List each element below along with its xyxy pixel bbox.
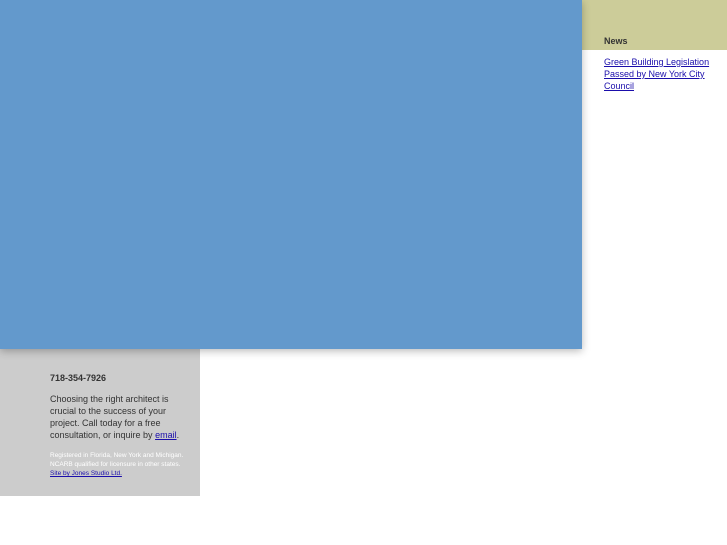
contact-panel: 718-354-7926 Choosing the right architec… — [0, 349, 200, 496]
page: News Green Building Legislation Passed b… — [0, 0, 727, 545]
fine-print: Registered in Florida, New York and Mich… — [50, 451, 196, 478]
hero-image-area — [0, 0, 582, 349]
pitch-end: . — [176, 430, 180, 440]
news-item-link[interactable]: Green Building Legislation Passed by New… — [604, 56, 722, 92]
phone-number: 718-354-7926 — [50, 373, 107, 383]
email-link[interactable]: email — [155, 430, 177, 440]
contact-pitch: Choosing the right architect is crucial … — [50, 393, 190, 441]
registration-text: Registered in Florida, New York and Mich… — [50, 452, 184, 468]
site-credit-link[interactable]: Site by Jones Studio Ltd. — [50, 469, 196, 478]
news-title: News — [604, 36, 628, 46]
pitch-text: Choosing the right architect is crucial … — [50, 394, 169, 440]
